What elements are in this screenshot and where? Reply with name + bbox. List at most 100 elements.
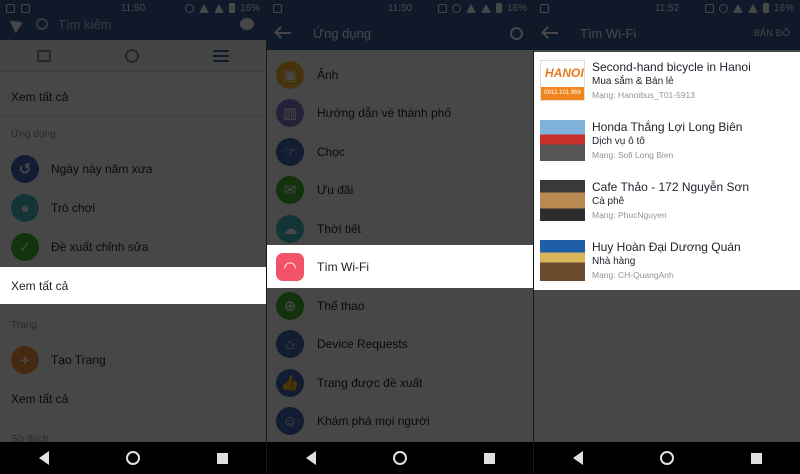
menu-tab-icon[interactable] bbox=[213, 49, 229, 62]
app-item-offers[interactable]: ✉ Ưu đãi bbox=[276, 176, 353, 204]
app-bar: Tìm Wi-Fi BẢN ĐỒ bbox=[534, 16, 800, 50]
wifi-result-card[interactable]: Cafe Thảo - 172 Nguyễn Sơn Cà phê Mạng: … bbox=[540, 180, 749, 221]
result-title: Huy Hoàn Đại Dương Quán bbox=[592, 240, 741, 254]
alarm-icon bbox=[184, 3, 194, 13]
cell-signal-icon bbox=[747, 3, 758, 13]
app-item-discover-people[interactable]: ☺ Khám phá mọi người bbox=[276, 407, 430, 435]
see-all-pages-link[interactable]: Xem tất cả bbox=[0, 384, 266, 414]
discover-people-icon: ☺ bbox=[276, 407, 304, 435]
app-item-device-requests[interactable]: ⌂ Device Requests bbox=[276, 330, 408, 358]
app-item-weather[interactable]: ☁ Thời tiết bbox=[276, 215, 361, 243]
image-notification-icon bbox=[540, 3, 549, 13]
create-page-item[interactable]: + Tạo Trang bbox=[11, 346, 106, 374]
phone-icon bbox=[437, 3, 447, 13]
feed-tab-icon[interactable] bbox=[37, 49, 51, 62]
recent-apps-icon[interactable] bbox=[750, 452, 762, 464]
wifi-result-card[interactable]: Huy Hoàn Đại Dương Quán Nhà hàng Mạng: C… bbox=[540, 240, 741, 281]
send-icon[interactable] bbox=[9, 14, 29, 34]
home-nav-icon[interactable] bbox=[659, 451, 674, 465]
result-category: Nhà hàng bbox=[592, 256, 636, 267]
app-item-label: Ảnh bbox=[317, 68, 339, 82]
back-nav-icon[interactable] bbox=[38, 451, 49, 465]
search-icon[interactable] bbox=[510, 26, 523, 40]
search-input[interactable]: Tìm kiếm bbox=[58, 17, 111, 32]
app-item-find-wifi[interactable]: ◠ Tìm Wi-Fi bbox=[276, 253, 369, 281]
apps-list-panel: 11:50 16% Ứng dụng ▣ Ảnh ▥ Hướng dẫn về … bbox=[267, 0, 533, 474]
android-nav-bar bbox=[267, 442, 533, 474]
battery-percent: 16% bbox=[239, 2, 260, 14]
see-all-apps-link[interactable]: Xem tất cả bbox=[0, 267, 266, 304]
app-item-label: Trang được đề xuất bbox=[317, 376, 423, 390]
plus-icon: + bbox=[11, 346, 39, 374]
search-bar[interactable]: Tìm kiếm bbox=[9, 14, 254, 34]
app-item-label: Tìm Wi-Fi bbox=[317, 260, 369, 274]
tab-bar bbox=[0, 40, 266, 72]
result-title: Honda Thắng Lợi Long Biên bbox=[592, 120, 743, 134]
home-nav-icon[interactable] bbox=[125, 451, 140, 465]
app-item-sports[interactable]: ⊕ Thể thao bbox=[276, 292, 364, 320]
image-notification-icon bbox=[21, 3, 30, 13]
cell-signal-icon bbox=[480, 3, 491, 13]
alarm-icon bbox=[451, 3, 461, 13]
wifi-icon: ◠ bbox=[276, 253, 304, 281]
status-time: 11:50 bbox=[120, 2, 146, 14]
search-icon bbox=[36, 18, 48, 30]
photo-icon: ▣ bbox=[276, 61, 304, 89]
menu-item-suggest-edits[interactable]: ✓ Đề xuất chỉnh sửa bbox=[11, 233, 148, 261]
menu-item-label: Trò chơi bbox=[51, 201, 96, 215]
map-button[interactable]: BẢN ĐỒ bbox=[754, 28, 790, 38]
android-nav-bar bbox=[0, 442, 266, 474]
result-thumbnail bbox=[540, 240, 585, 281]
menu-item-games[interactable]: ● Trò chơi bbox=[11, 194, 95, 222]
status-time: 11:50 bbox=[387, 2, 413, 14]
app-item-suggested-pages[interactable]: 👍 Trang được đề xuất bbox=[276, 369, 423, 397]
app-item-poke[interactable]: ☞ Chọc bbox=[276, 138, 345, 166]
back-nav-icon[interactable] bbox=[305, 451, 316, 465]
phone-icon bbox=[704, 3, 714, 13]
divider bbox=[0, 116, 266, 117]
status-time: 11:52 bbox=[654, 2, 680, 14]
result-category: Dịch vụ ô tô bbox=[592, 136, 645, 147]
result-title: Second-hand bicycle in Hanoi bbox=[592, 60, 751, 74]
app-item-label: Chọc bbox=[317, 145, 346, 159]
page-title: Ứng dụng bbox=[313, 25, 372, 41]
app-item-label: Hướng dẫn về thành phố bbox=[317, 106, 451, 120]
back-nav-icon[interactable] bbox=[572, 451, 583, 465]
cell-signal-icon bbox=[213, 3, 224, 13]
back-arrow-icon[interactable] bbox=[544, 32, 558, 34]
games-icon: ● bbox=[11, 194, 39, 222]
messenger-icon[interactable] bbox=[240, 18, 254, 30]
app-item-label: Thể thao bbox=[317, 299, 365, 313]
poke-icon: ☞ bbox=[276, 138, 304, 166]
thumbs-up-icon: 👍 bbox=[276, 369, 304, 397]
recent-apps-icon[interactable] bbox=[483, 452, 495, 464]
page-title: Tìm Wi-Fi bbox=[580, 25, 637, 41]
result-network: Mạng: Hanoibus_T01-5913 bbox=[592, 90, 696, 100]
history-icon: ↺ bbox=[11, 155, 39, 183]
check-icon: ✓ bbox=[11, 233, 39, 261]
notification-icon bbox=[6, 3, 15, 13]
result-thumbnail bbox=[540, 120, 585, 161]
device-icon: ⌂ bbox=[276, 330, 304, 358]
see-all-link[interactable]: Xem tất cả bbox=[0, 82, 266, 112]
thumb-logo: HANOI bbox=[545, 66, 584, 80]
menu-item-label: Đề xuất chỉnh sửa bbox=[51, 240, 149, 254]
wifi-result-card[interactable]: Honda Thắng Lợi Long Biên Dịch vụ ô tô M… bbox=[540, 120, 742, 161]
recent-apps-icon[interactable] bbox=[216, 452, 228, 464]
battery-icon bbox=[495, 3, 502, 13]
alarm-icon bbox=[718, 3, 728, 13]
result-network: Mạng: PhucNguyen bbox=[592, 210, 667, 220]
status-bar: 11:52 16% bbox=[534, 0, 800, 16]
home-nav-icon[interactable] bbox=[392, 451, 407, 465]
menu-item-on-this-day[interactable]: ↺ Ngày này năm xưa bbox=[11, 155, 152, 183]
app-item-city-guides[interactable]: ▥ Hướng dẫn về thành phố bbox=[276, 99, 451, 127]
app-item-label: Thời tiết bbox=[317, 222, 361, 236]
thumb-phone: 0912.101.969 bbox=[541, 87, 584, 100]
app-item-photos[interactable]: ▣ Ảnh bbox=[276, 61, 338, 89]
result-thumbnail bbox=[540, 180, 585, 221]
wifi-result-card[interactable]: HANOI 0912.101.969 Second-hand bicycle i… bbox=[540, 60, 751, 101]
globe-tab-icon[interactable] bbox=[125, 48, 139, 63]
back-arrow-icon[interactable] bbox=[277, 32, 291, 34]
status-bar: 11:50 16% bbox=[267, 0, 533, 16]
image-notification-icon bbox=[273, 3, 282, 13]
